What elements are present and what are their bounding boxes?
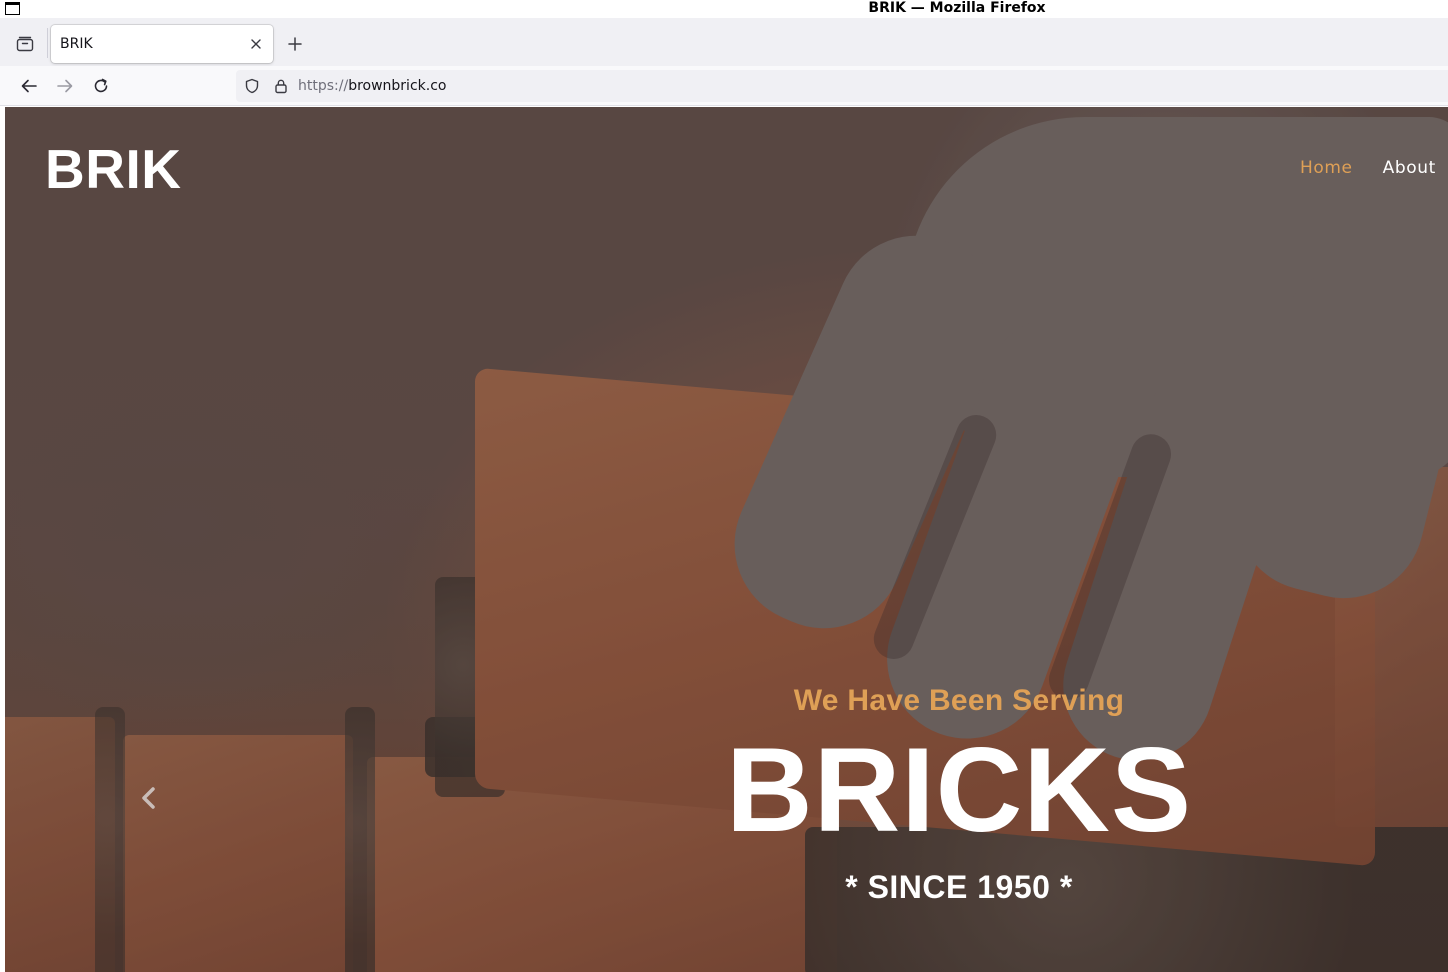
window-title: BRIK — Mozilla Firefox [868, 0, 1046, 16]
url-bar[interactable]: https://brownbrick.co [236, 70, 1448, 102]
tab-title: BRIK [60, 36, 93, 52]
menu-item-about[interactable]: About [1383, 157, 1436, 179]
hero-caption: We Have Been Serving BRICKS * SINCE 1950… [705, 681, 1213, 907]
page-viewport: BRIK Home About We Have Been Serving BRI… [5, 107, 1448, 972]
tab-brik[interactable]: BRIK [51, 25, 273, 63]
forward-arrow-icon[interactable] [52, 74, 78, 98]
back-arrow-icon[interactable] [16, 74, 42, 98]
tab-strip: BRIK [0, 18, 1448, 66]
tab-separator [47, 28, 48, 58]
hero-since: * SINCE 1950 * [845, 869, 1073, 905]
url-scheme: https:// [298, 78, 349, 94]
site-logo[interactable]: BRIK [45, 137, 181, 201]
plus-icon[interactable] [284, 33, 306, 55]
menu-item-home[interactable]: Home [1300, 157, 1353, 179]
main-menu: Home About [1300, 157, 1436, 179]
window-titlebar: BRIK — Mozilla Firefox [0, 0, 1448, 18]
url-text[interactable]: https://brownbrick.co [298, 77, 446, 95]
shield-icon[interactable] [244, 78, 260, 94]
lock-icon[interactable] [273, 78, 289, 94]
chevron-left-icon[interactable] [138, 785, 160, 811]
hero-subtitle: We Have Been Serving [793, 684, 1125, 717]
hero-title: BRICKS [725, 723, 1193, 857]
tab-manager-icon[interactable] [13, 33, 37, 55]
url-host: brownbrick.co [348, 78, 447, 94]
navigation-toolbar: https://brownbrick.co [0, 66, 1448, 106]
reload-icon[interactable] [88, 74, 114, 98]
close-icon[interactable] [247, 35, 265, 53]
